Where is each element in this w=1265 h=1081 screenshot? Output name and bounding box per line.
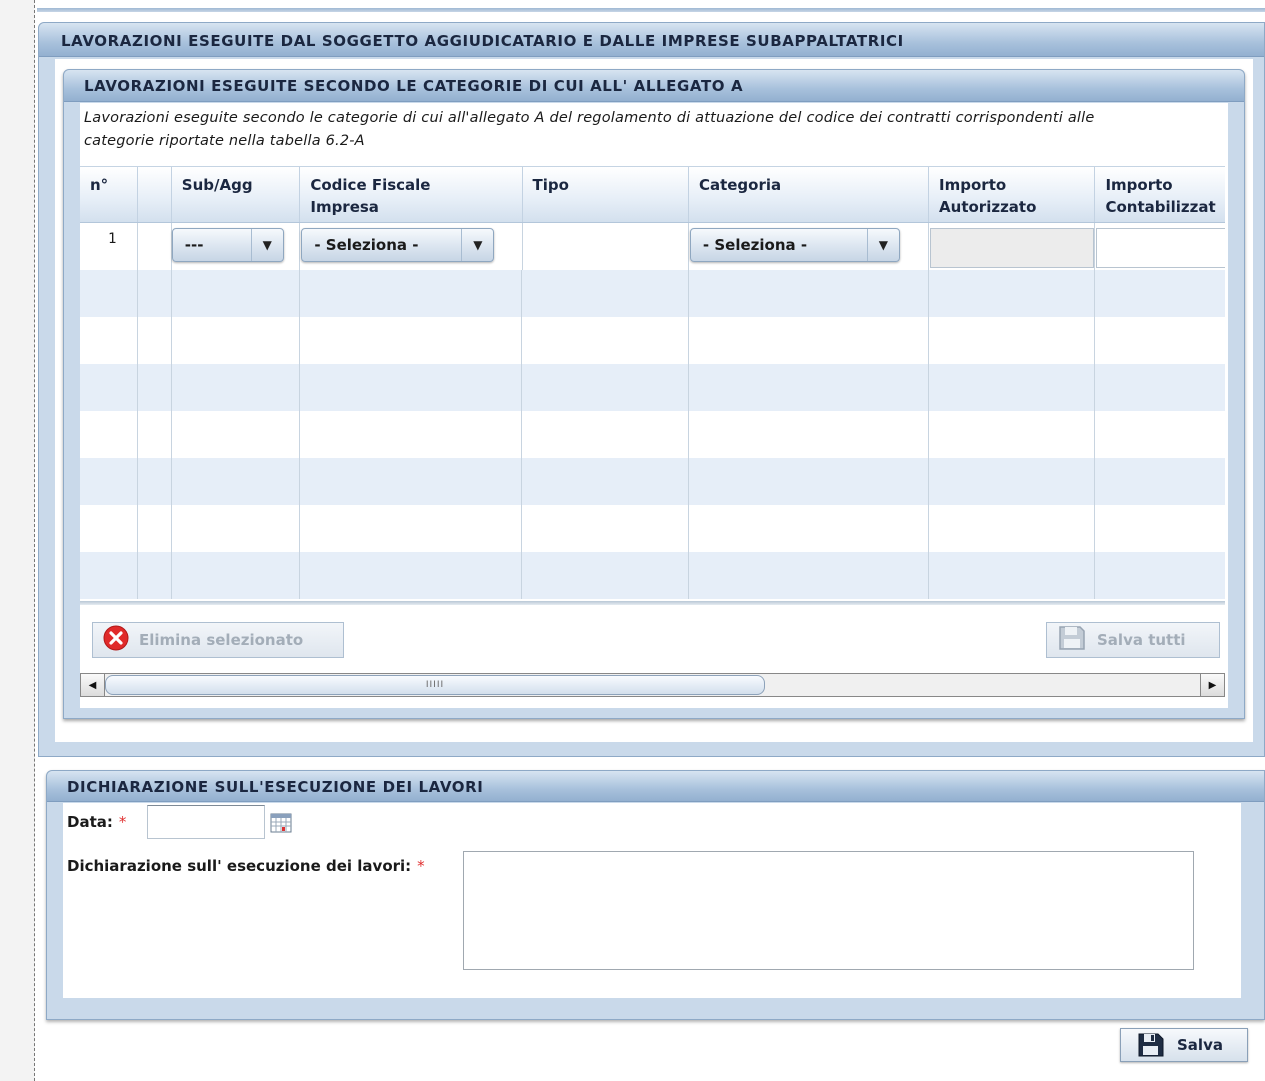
column-header-importo-contabilizzato-line1: Importo <box>1105 176 1173 194</box>
floppy-disk-icon <box>1137 1032 1165 1058</box>
row-number: 1 <box>80 223 138 270</box>
grid-bottom-border <box>80 601 1225 605</box>
column-header-tipo[interactable]: Tipo <box>523 167 689 222</box>
calendar-icon[interactable] <box>270 813 292 833</box>
declaration-label: Dichiarazione sull' esecuzione dei lavor… <box>67 857 425 875</box>
declaration-label-text: Dichiarazione sull' esecuzione dei lavor… <box>67 857 412 875</box>
column-header-importo-autorizzato-line2: Autorizzato <box>939 198 1037 216</box>
column-header-categoria[interactable]: Categoria <box>689 167 930 222</box>
column-header-importo-contabilizzato[interactable]: Importo Contabilizzat <box>1095 167 1225 222</box>
main-panel-title: LAVORAZIONI ESEGUITE DAL SOGGETTO AGGIUD… <box>39 23 1264 57</box>
description-line-1: Lavorazioni eseguite secondo le categori… <box>84 110 1095 126</box>
main-panel: LAVORAZIONI ESEGUITE DAL SOGGETTO AGGIUD… <box>38 22 1265 757</box>
date-input[interactable] <box>147 805 265 839</box>
empty-row <box>80 364 1225 411</box>
categories-panel-body: Lavorazioni eseguite secondo le categori… <box>80 103 1228 708</box>
description-line-2: categorie riportate nella tabella 6.2-A <box>84 133 365 149</box>
declaration-panel-title: DICHIARAZIONE SULL'ESECUZIONE DEI LAVORI <box>47 771 1264 802</box>
column-header-importo-contabilizzato-line2: Contabilizzat <box>1105 198 1216 216</box>
importo-autorizzato-input <box>930 228 1095 268</box>
importo-contabilizzato-input[interactable] <box>1096 228 1225 268</box>
table-row[interactable]: 1 --- ▼ - Seleziona - ▼ - Seleziona - ▼ <box>80 223 1225 270</box>
column-header-codice-fiscale-line1: Codice Fiscale <box>310 176 431 194</box>
sub-agg-select-value: --- <box>184 236 204 254</box>
save-all-label: Salva tutti <box>1097 631 1186 649</box>
scroll-left-icon[interactable]: ◀ <box>81 674 105 696</box>
chevron-down-icon[interactable]: ▼ <box>866 229 899 261</box>
horizontal-scrollbar[interactable]: ◀ IIIII ▶ <box>80 673 1225 697</box>
save-label: Salva <box>1177 1036 1223 1054</box>
importo-autorizzato-cell <box>929 223 1096 270</box>
save-all-button[interactable]: Salva tutti <box>1046 622 1220 658</box>
column-header-importo-autorizzato[interactable]: Importo Autorizzato <box>929 167 1096 222</box>
date-required-mark: * <box>118 813 127 831</box>
chevron-down-icon[interactable]: ▼ <box>250 229 283 261</box>
codice-fiscale-select[interactable]: - Seleziona - ▼ <box>301 228 495 262</box>
grid-header: n° Sub/Agg Codice Fiscale Impresa Tipo C… <box>80 167 1225 223</box>
column-header-importo-autorizzato-line1: Importo <box>939 176 1007 194</box>
codice-fiscale-select-value: - Seleziona - <box>314 236 419 254</box>
empty-row <box>80 270 1225 317</box>
main-panel-body: LAVORAZIONI ESEGUITE SECONDO LE CATEGORI… <box>55 59 1253 742</box>
empty-row <box>80 411 1225 458</box>
save-button[interactable]: Salva <box>1120 1028 1248 1062</box>
delete-selected-button[interactable]: Elimina selezionato <box>92 622 344 658</box>
scroll-right-icon[interactable]: ▶ <box>1200 674 1224 696</box>
column-header-sub-agg[interactable]: Sub/Agg <box>172 167 301 222</box>
scrollbar-thumb[interactable]: IIIII <box>105 675 765 695</box>
column-header-codice-fiscale[interactable]: Codice Fiscale Impresa <box>300 167 523 222</box>
declaration-required-mark: * <box>417 857 425 875</box>
empty-row <box>80 552 1225 599</box>
delete-selected-label: Elimina selezionato <box>139 631 304 649</box>
categories-panel-title: LAVORAZIONI ESEGUITE SECONDO LE CATEGORI… <box>64 70 1244 102</box>
declaration-textarea[interactable] <box>463 851 1194 970</box>
top-strip <box>37 8 1265 12</box>
codice-fiscale-cell: - Seleziona - ▼ <box>300 223 523 270</box>
categoria-cell: - Seleziona - ▼ <box>689 223 930 270</box>
tipo-cell <box>523 223 689 270</box>
sub-agg-cell: --- ▼ <box>171 223 301 270</box>
categories-panel: LAVORAZIONI ESEGUITE SECONDO LE CATEGORI… <box>63 69 1245 719</box>
date-label: Data: * <box>67 813 126 831</box>
categoria-select-value: - Seleziona - <box>702 236 808 254</box>
chevron-down-icon[interactable]: ▼ <box>461 229 493 261</box>
categories-description: Lavorazioni eseguite secondo le categori… <box>80 103 1228 165</box>
date-label-text: Data: <box>67 813 113 831</box>
empty-row <box>80 317 1225 364</box>
scrollbar-grip: IIIII <box>425 680 445 690</box>
declaration-panel-body: Data: * Dichiarazione sull' esecuzione de… <box>63 803 1241 998</box>
importo-contabilizzato-cell <box>1095 223 1225 270</box>
empty-row <box>80 458 1225 505</box>
column-header-check[interactable] <box>138 167 172 222</box>
empty-row <box>80 505 1225 552</box>
column-header-codice-fiscale-line2: Impresa <box>310 198 379 216</box>
categoria-select[interactable]: - Seleziona - ▼ <box>689 228 900 262</box>
lavorazioni-grid: n° Sub/Agg Codice Fiscale Impresa Tipo C… <box>80 166 1225 601</box>
delete-x-icon <box>103 625 129 655</box>
row-select-cell[interactable] <box>138 223 172 270</box>
sub-agg-select[interactable]: --- ▼ <box>171 228 284 262</box>
declaration-panel: DICHIARAZIONE SULL'ESECUZIONE DEI LAVORI… <box>46 770 1265 1020</box>
floppy-disk-icon <box>1057 624 1087 656</box>
column-header-num[interactable]: n° <box>80 167 138 222</box>
left-gutter <box>0 0 35 1081</box>
